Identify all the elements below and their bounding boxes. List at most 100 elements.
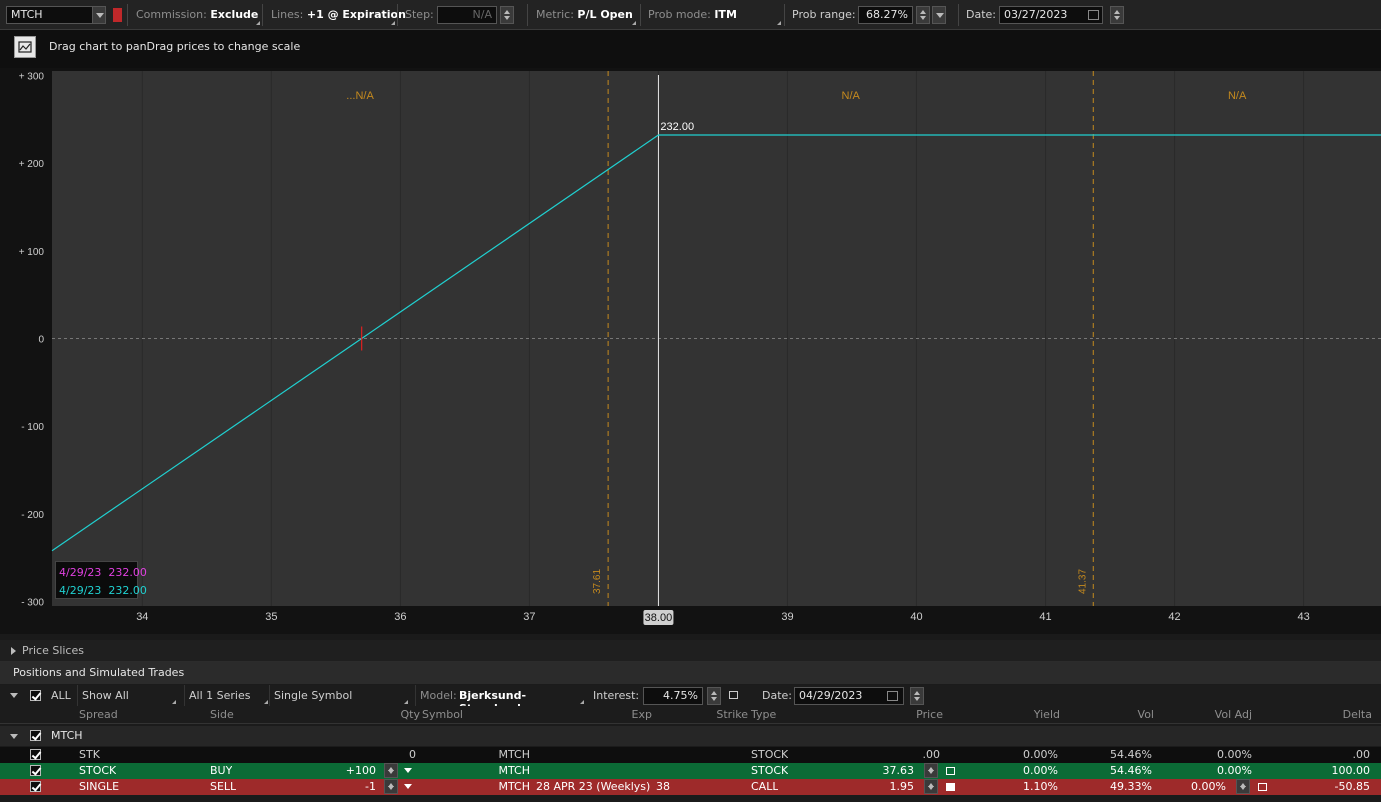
zone-label-left: ...N/A bbox=[346, 90, 374, 102]
group-checkbox[interactable] bbox=[30, 730, 41, 741]
row-spread: STOCK bbox=[79, 764, 117, 777]
single-symbol-selector[interactable]: Single Symbol bbox=[269, 685, 409, 706]
row-vol: 54.46% bbox=[1110, 764, 1152, 777]
col-symbol[interactable]: Symbol bbox=[422, 708, 463, 725]
row-vol-adj[interactable]: 0.00% bbox=[1156, 780, 1226, 796]
positions-title: Positions and Simulated Trades bbox=[13, 666, 185, 679]
interest-spinner[interactable] bbox=[707, 687, 721, 705]
prob-range-field[interactable]: 68.27% bbox=[858, 6, 913, 24]
row-yield: 0.00% bbox=[1023, 764, 1058, 777]
prob-mode-selector[interactable]: Prob mode: ITM bbox=[648, 8, 737, 21]
price-spinner[interactable] bbox=[924, 763, 938, 778]
col-exp[interactable]: Exp bbox=[560, 708, 652, 725]
row-symbol: MTCH bbox=[498, 764, 530, 777]
prob-range-spinner[interactable] bbox=[916, 6, 930, 24]
calendar-icon[interactable] bbox=[1088, 10, 1099, 20]
date-value: 03/27/2023 bbox=[1004, 8, 1068, 21]
date-spinner[interactable] bbox=[1110, 6, 1124, 24]
x-tick-label: 41 bbox=[1039, 611, 1051, 623]
col-vol[interactable]: Vol bbox=[1062, 708, 1154, 725]
metric-selector[interactable]: Metric: P/L Open bbox=[536, 8, 633, 21]
qty-dropdown-icon[interactable] bbox=[404, 784, 412, 789]
row-delta: .00 bbox=[1352, 748, 1371, 761]
line-value-label: 232.00 bbox=[660, 121, 694, 133]
price-slices-header[interactable]: Price Slices bbox=[0, 640, 1381, 662]
row-vol-adj[interactable]: 0.00% bbox=[1156, 764, 1252, 780]
position-row[interactable]: SINGLE SELL -1 MTCH 28 APR 23 (Weeklys) … bbox=[0, 779, 1381, 795]
chart-image-icon[interactable] bbox=[14, 36, 36, 58]
row-symbol: MTCH bbox=[498, 748, 530, 761]
collapse-arrow-icon[interactable] bbox=[10, 693, 18, 698]
row-price[interactable]: 1.95 bbox=[843, 780, 915, 796]
group-collapse-icon[interactable] bbox=[10, 734, 18, 739]
commission-label: Commission: bbox=[136, 8, 207, 21]
prob-range-label: Prob range: bbox=[792, 8, 856, 21]
row-price[interactable]: 37.63 bbox=[843, 764, 915, 780]
qty-spinner[interactable] bbox=[384, 763, 398, 778]
symbol-field[interactable]: MTCH bbox=[6, 6, 106, 24]
row-side[interactable]: BUY bbox=[210, 764, 232, 780]
row-side[interactable]: SELL bbox=[210, 780, 236, 796]
col-vol-adj[interactable]: Vol Adj bbox=[1156, 708, 1252, 725]
col-type[interactable]: Type bbox=[751, 708, 776, 725]
positions-controls: ALL Show All All 1 Series Single Symbol … bbox=[0, 685, 1381, 715]
y-tick-label: - 100 bbox=[21, 422, 44, 433]
calendar-icon-2[interactable] bbox=[887, 691, 898, 701]
hint-text: Drag chart to panDrag prices to change s… bbox=[49, 40, 301, 53]
row-strike[interactable]: 38 bbox=[656, 780, 670, 796]
col-qty[interactable]: Qty bbox=[340, 708, 420, 725]
x-axis-ticks: 34353637383940414243 bbox=[136, 611, 1310, 623]
step-field[interactable]: N/A bbox=[437, 6, 497, 24]
prob-range-value: 68.27% bbox=[866, 8, 908, 21]
prob-range-dropdown[interactable] bbox=[932, 6, 946, 24]
model-selector[interactable]: Model: Bjerksund-Stensland bbox=[415, 685, 585, 715]
position-row[interactable]: STOCK BUY +100 MTCH STOCK 37.63 0.00% 54… bbox=[0, 763, 1381, 779]
expand-arrow-icon[interactable] bbox=[11, 647, 16, 655]
unlock-icon[interactable] bbox=[946, 767, 955, 775]
position-row[interactable]: STK 0 MTCH STOCK .00 0.00% 54.46% 0.00% … bbox=[0, 747, 1381, 763]
series-selector[interactable]: All 1 Series bbox=[184, 685, 269, 706]
date-label: Date: bbox=[966, 8, 996, 21]
row-delta: 100.00 bbox=[1331, 764, 1371, 777]
unlock-icon[interactable] bbox=[729, 691, 738, 699]
step-spinner[interactable] bbox=[500, 6, 514, 24]
commission-selector[interactable]: Commission: Exclude bbox=[136, 8, 258, 21]
col-spread[interactable]: Spread bbox=[79, 708, 118, 725]
positions-date-spinner[interactable] bbox=[910, 687, 924, 705]
col-delta[interactable]: Delta bbox=[1280, 708, 1372, 725]
row-exp[interactable]: 28 APR 23 (Weeklys) bbox=[536, 780, 650, 796]
metric-value: P/L Open bbox=[577, 8, 633, 21]
qty-dropdown-icon[interactable] bbox=[404, 768, 412, 773]
row-qty[interactable]: -1 bbox=[300, 780, 376, 796]
row-checkbox[interactable] bbox=[30, 749, 41, 760]
col-yield[interactable]: Yield bbox=[968, 708, 1060, 725]
group-row[interactable]: MTCH bbox=[0, 726, 1381, 746]
row-qty[interactable]: +100 bbox=[300, 764, 376, 780]
y-tick-label: 0 bbox=[38, 335, 44, 346]
lines-selector[interactable]: Lines: +1 @ Expiration bbox=[271, 8, 406, 21]
x-tick-label: 35 bbox=[265, 611, 277, 623]
col-side[interactable]: Side bbox=[210, 708, 234, 725]
price-spinner[interactable] bbox=[924, 779, 938, 794]
unlock-icon[interactable] bbox=[1258, 783, 1267, 791]
lines-label: Lines: bbox=[271, 8, 304, 21]
lock-icon[interactable] bbox=[946, 783, 955, 791]
vol-adj-spinner[interactable] bbox=[1236, 779, 1250, 794]
qty-spinner[interactable] bbox=[384, 779, 398, 794]
interest-field[interactable]: 4.75% bbox=[643, 687, 703, 705]
row-checkbox[interactable] bbox=[30, 781, 41, 792]
chart-area[interactable]: + 300 + 200 + 100 0 - 100 - 200 - 300 34 35 36 37… bbox=[0, 68, 1381, 634]
row-vol: 49.33% bbox=[1110, 780, 1152, 793]
row-checkbox[interactable] bbox=[30, 765, 41, 776]
symbol-dropdown[interactable] bbox=[92, 6, 106, 24]
pl-chart[interactable]: + 300 + 200 + 100 0 - 100 - 200 - 300 34 35 36 37… bbox=[0, 68, 1381, 634]
row-vol-adj: 0.00% bbox=[1217, 748, 1252, 761]
row-type[interactable]: CALL bbox=[751, 780, 778, 796]
alert-icon bbox=[113, 8, 122, 22]
col-strike[interactable]: Strike bbox=[660, 708, 748, 725]
show-all-selector[interactable]: Show All bbox=[77, 685, 177, 706]
row-type: STOCK bbox=[751, 764, 789, 777]
all-checkbox[interactable] bbox=[30, 690, 41, 701]
metric-label: Metric: bbox=[536, 8, 574, 21]
col-price[interactable]: Price bbox=[843, 708, 943, 725]
